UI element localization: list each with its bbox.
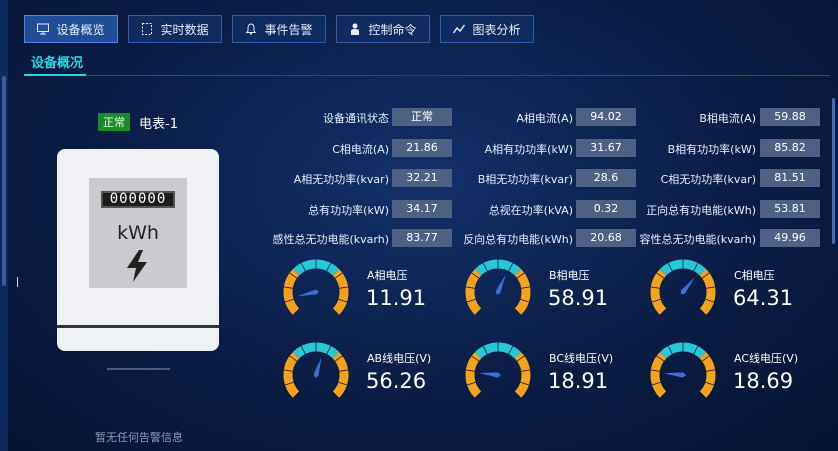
metric-value: 正常	[392, 108, 452, 126]
gauge-label: AC线电压(V)	[734, 352, 799, 365]
gauge-needle	[479, 372, 501, 378]
gauge-arc-high	[332, 352, 349, 398]
tab-label: 事件告警	[264, 22, 313, 37]
gauge-arc-low	[283, 269, 300, 315]
meter-shadow-line	[107, 368, 170, 370]
gauge-label: A相电压	[367, 269, 408, 282]
gauge-label: C相电压	[734, 269, 775, 282]
gauge-arc-high	[699, 269, 716, 315]
gauge-dial	[650, 259, 716, 316]
metric-value: 85.82	[760, 139, 820, 157]
gauge-value: 64.31	[733, 286, 794, 310]
gauge-value: 11.91	[366, 286, 427, 310]
gauge-needle	[495, 274, 506, 295]
gauge-dial	[465, 342, 531, 399]
metric-label: C相无功功率(kvar)	[660, 173, 756, 186]
gauge-arc-low	[465, 269, 482, 315]
gauge-needle	[313, 356, 322, 378]
meter-unit: kWh	[117, 222, 159, 244]
metric-label: 容性总无功电能(kvarh)	[639, 233, 756, 246]
metric-value: 21.86	[392, 139, 452, 157]
tab-label: 控制命令	[368, 22, 417, 37]
metric-label: 设备通讯状态	[323, 112, 389, 125]
metric-value: 28.6	[576, 169, 636, 187]
metric-value: 94.02	[576, 108, 636, 126]
metric-label: B相电流(A)	[699, 112, 756, 125]
gauge-dial	[465, 259, 531, 316]
metric-value: 31.67	[576, 139, 636, 157]
metric-label: 总有功功率(kW)	[308, 204, 389, 217]
gauge-dial	[650, 342, 716, 399]
metric-label: 感性总无功电能(kvarh)	[272, 233, 389, 246]
tab-bar: 设备概览 实时数据 事件告警 控制命令 图表分析	[24, 15, 534, 43]
section-divider	[24, 75, 830, 76]
gauge-label: AB线电压(V)	[367, 352, 432, 365]
device-name: 电表-1	[139, 117, 178, 132]
gauge-arc-low	[283, 352, 300, 398]
user-icon	[351, 23, 360, 35]
section-title-underline	[24, 74, 86, 76]
left-scrollbar-thumb[interactable]	[2, 76, 6, 286]
tab-realtime-data[interactable]: 实时数据	[128, 15, 222, 43]
metric-label: B相无功功率(kvar)	[477, 173, 573, 186]
metric-label: A相有功功率(kW)	[484, 143, 573, 156]
gauge-label: BC线电压(V)	[549, 352, 614, 365]
tab-label: 图表分析	[472, 22, 521, 37]
gauge-arc-high	[514, 352, 531, 398]
bell-icon	[246, 23, 257, 35]
metric-value: 81.51	[760, 169, 820, 187]
meter-image: 000000 kWh	[57, 149, 219, 351]
metric-label: A相电流(A)	[516, 112, 573, 125]
tab-chart-analysis[interactable]: 图表分析	[440, 15, 534, 43]
metric-label: 反向总有功电能(kWh)	[463, 233, 573, 246]
gauge-value: 18.69	[733, 369, 794, 393]
gauge-dial	[283, 342, 349, 399]
gauge-arc-high	[514, 269, 531, 315]
metric-value: 20.68	[576, 229, 636, 247]
gauge-arc-low	[650, 352, 667, 398]
section-title: 设备概况	[31, 56, 84, 71]
text-cursor	[17, 277, 18, 287]
gauge-needle	[664, 372, 686, 378]
left-scrollbar[interactable]	[0, 0, 8, 451]
metric-label: 总视在功率(kVA)	[488, 204, 573, 217]
tab-control-command[interactable]: 控制命令	[336, 15, 430, 43]
no-alarm-text: 暂无任何告警信息	[95, 431, 183, 444]
tab-label: 实时数据	[160, 22, 209, 37]
gauge-arc-low	[465, 352, 482, 398]
tab-label: 设备概览	[56, 22, 105, 37]
meter-digits: 000000	[101, 191, 175, 208]
gauge-label: B相电压	[549, 269, 590, 282]
metric-value: 53.81	[760, 200, 820, 218]
gauge-arc-high	[699, 352, 716, 398]
tab-overview[interactable]: 设备概览	[24, 15, 118, 43]
gauge-dial	[283, 259, 349, 316]
status-badge: 正常	[98, 113, 130, 131]
document-icon	[142, 23, 153, 35]
gauge-arc-low	[650, 269, 667, 315]
gauge-value: 56.26	[366, 369, 427, 393]
metric-value: 32.21	[392, 169, 452, 187]
metric-label: C相电流(A)	[332, 143, 389, 156]
line-chart-icon	[453, 24, 466, 34]
metric-label: B相有功功率(kW)	[667, 143, 756, 156]
gauge-value: 18.91	[548, 369, 609, 393]
monitor-icon	[37, 23, 50, 35]
right-scrollbar-thumb[interactable]	[832, 98, 835, 244]
tab-event-alarm[interactable]: 事件告警	[232, 15, 326, 43]
meter-screen: 000000 kWh	[89, 178, 187, 288]
lightning-icon	[127, 250, 147, 282]
gauge-needle	[680, 277, 695, 295]
gauge-needle	[297, 289, 319, 297]
gauge-arc-high	[332, 269, 349, 315]
metric-value: 59.88	[760, 108, 820, 126]
metric-value: 83.77	[392, 229, 452, 247]
meter-stripe	[57, 325, 219, 328]
gauge-value: 58.91	[548, 286, 609, 310]
metric-label: 正向总有功电能(kWh)	[646, 204, 756, 217]
metric-label: A相无功功率(kvar)	[293, 173, 389, 186]
metric-value: 0.32	[576, 200, 636, 218]
metric-value: 49.96	[760, 229, 820, 247]
metric-value: 34.17	[392, 200, 452, 218]
